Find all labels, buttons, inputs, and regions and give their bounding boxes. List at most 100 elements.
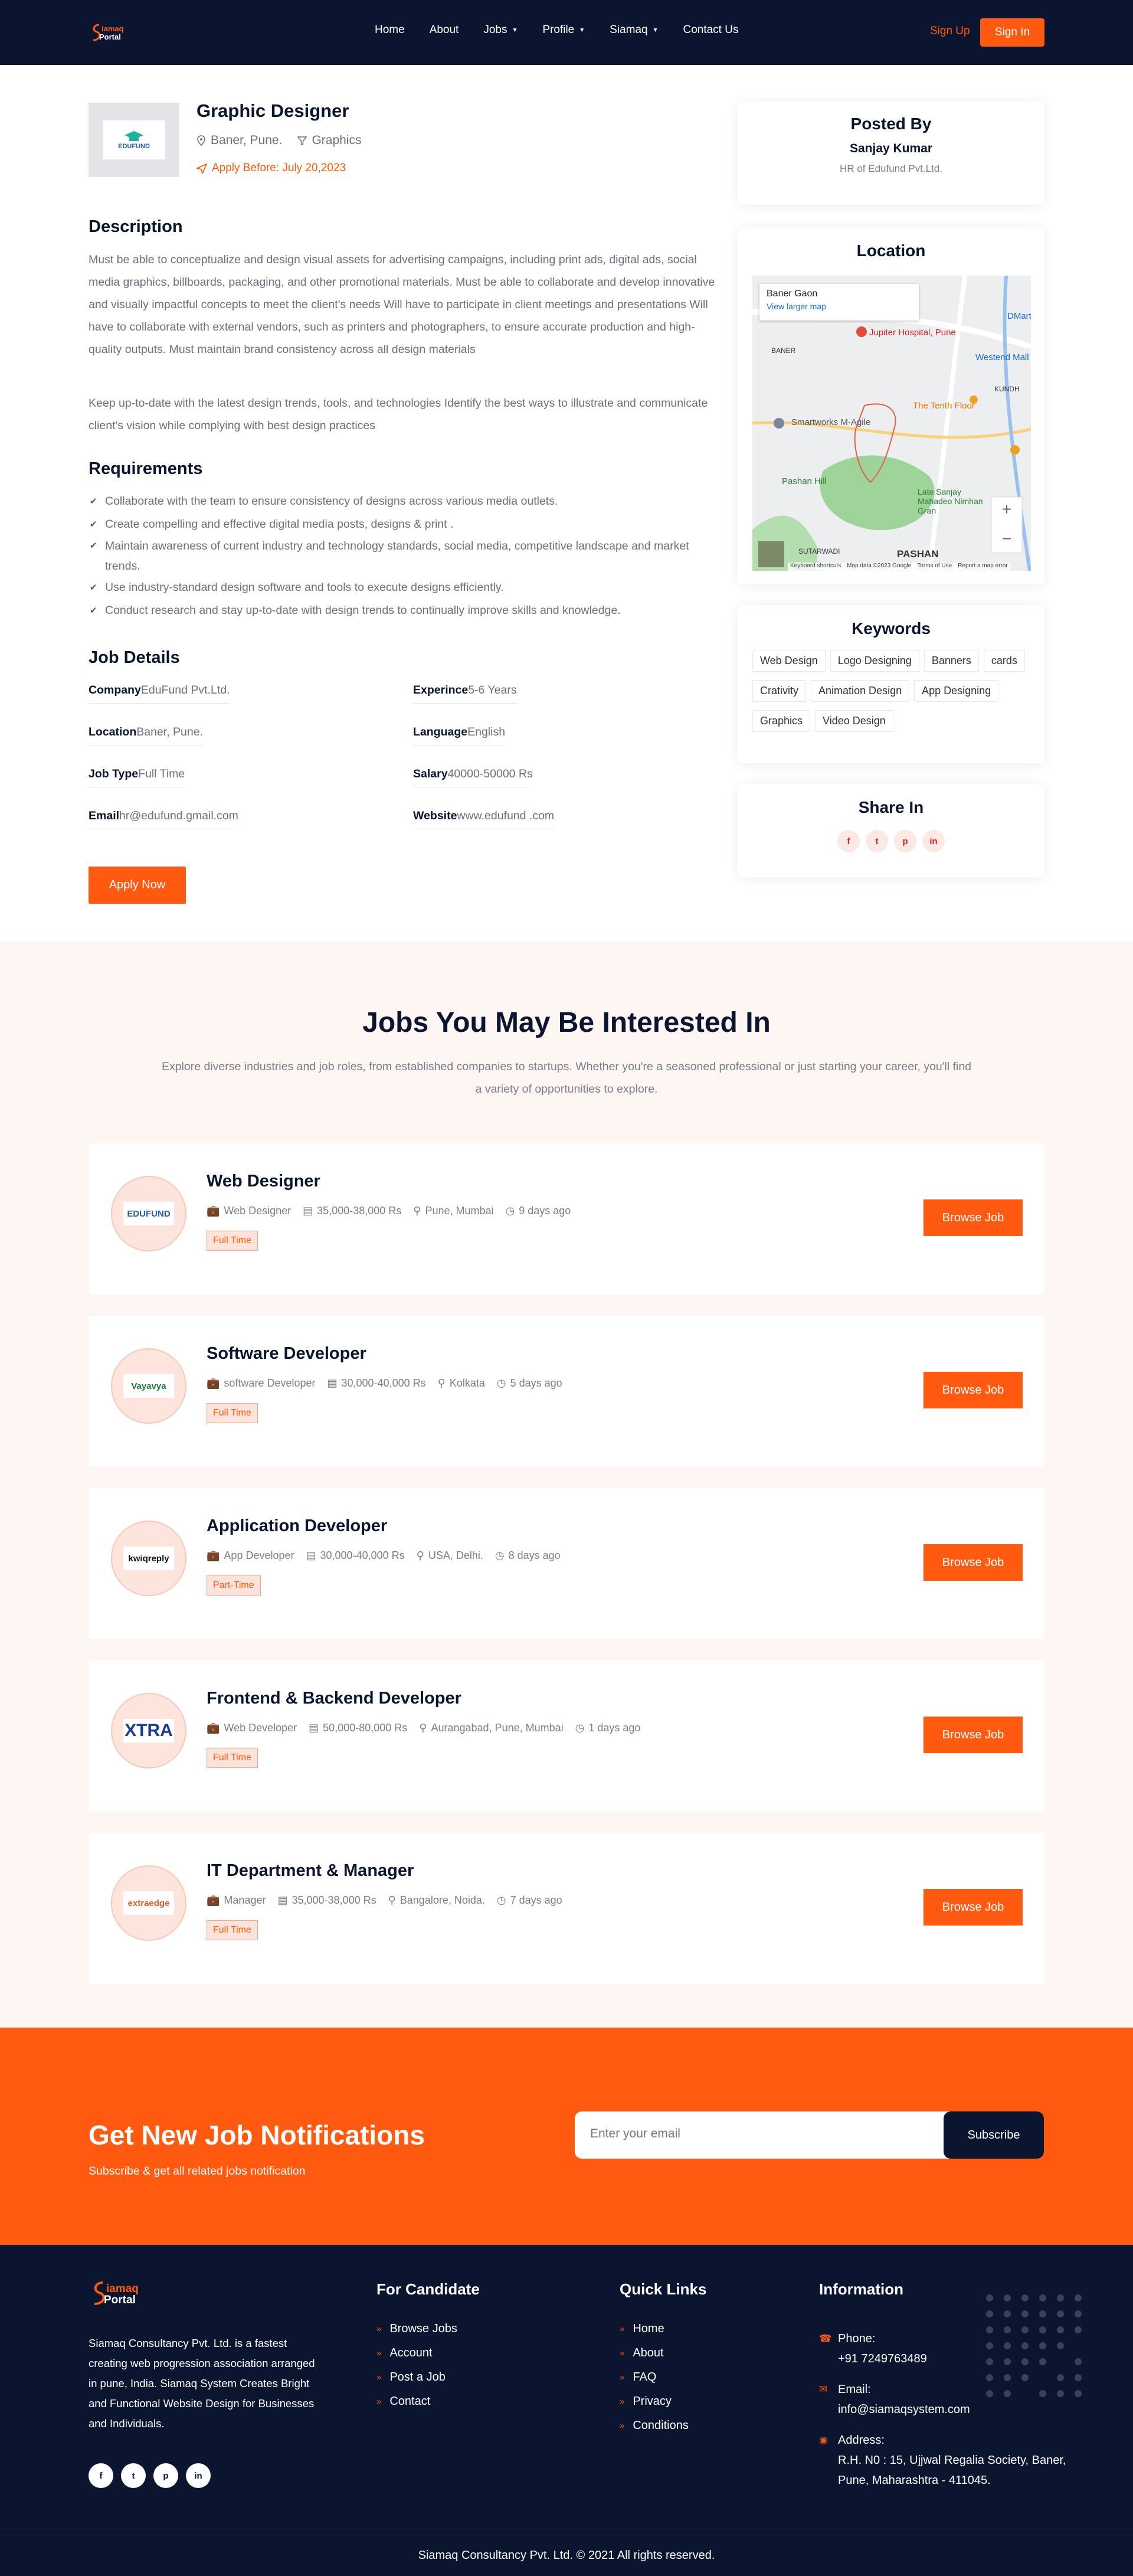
job-card: Vayavya Software Developer 💼 software Devel… (89, 1316, 1044, 1467)
siamaq-portal-logo[interactable]: iamaq Portal (89, 22, 153, 44)
footer-link-label: Account (389, 2346, 433, 2359)
keyword-tag[interactable]: Graphics (752, 710, 811, 732)
decorative-dot (1075, 2326, 1082, 2333)
linkedin-icon[interactable]: in (186, 2463, 211, 2488)
nav-item[interactable]: About (430, 24, 459, 37)
keyword-tag[interactable]: Crativity (752, 680, 807, 702)
footer-link[interactable]: » Home (620, 2317, 689, 2341)
footer-logo[interactable]: iamaq Portal (89, 2279, 176, 2310)
email-input[interactable] (590, 2127, 921, 2141)
interested-heading: Jobs You May Be Interested In (362, 1007, 771, 1038)
decorative-dot (1021, 2342, 1029, 2349)
chevron-down-icon: ▼ (512, 27, 518, 34)
browse-job-button[interactable]: Browse Job (924, 1372, 1023, 1408)
nav-item[interactable]: Siamaq ▼ (610, 24, 658, 37)
keyword-tag[interactable]: cards (983, 650, 1025, 672)
job-card-title[interactable]: IT Department & Manager (207, 1861, 414, 1881)
footer-link-label: Home (633, 2322, 664, 2335)
subscribe-button[interactable]: Subscribe (944, 2111, 1044, 2159)
nav-item[interactable]: Contact Us (683, 24, 738, 37)
nav-item-label: Contact Us (683, 24, 739, 36)
job-card-salary: ▤ 30,000-40,000 Rs (306, 1549, 405, 1562)
job-card-title[interactable]: Software Developer (207, 1344, 366, 1364)
job-detail-experince: Experince5-6 Years (413, 684, 517, 704)
newsletter-heading: Get New Job Notifications (89, 2120, 425, 2150)
svg-text:iamaq: iamaq (106, 2283, 139, 2295)
footer-link[interactable]: » Browse Jobs (376, 2317, 457, 2341)
clock-icon: ◷ (505, 1205, 515, 1217)
map-report-link[interactable]: Report a map error (958, 563, 1007, 571)
graduation-cap-icon (125, 131, 143, 141)
map-pin-icon: ⚲ (388, 1894, 396, 1906)
footer-link[interactable]: » About (620, 2341, 689, 2365)
location-text: Kolkata (449, 1377, 485, 1389)
decorative-dot (1039, 2390, 1046, 2397)
browse-job-button[interactable]: Browse Job (924, 1544, 1023, 1581)
footer-link[interactable]: » Account (376, 2341, 457, 2365)
facebook-icon[interactable]: f (837, 830, 860, 852)
decorative-dot (1057, 2390, 1064, 2397)
map-pin-icon: ⚲ (413, 1205, 421, 1217)
detail-label: Location (89, 725, 137, 738)
keyword-tag[interactable]: Logo Designing (830, 650, 919, 672)
clock-icon: ◷ (575, 1722, 585, 1734)
decorative-dot (1075, 2390, 1082, 2397)
job-type-badge: Full Time (207, 1748, 258, 1768)
footer-link[interactable]: » Privacy (620, 2389, 689, 2414)
decorative-dot (986, 2310, 993, 2317)
decorative-dot (1039, 2310, 1046, 2317)
chevron-right-icon: » (620, 2421, 625, 2431)
footer-link[interactable]: » Contact (376, 2389, 457, 2414)
decorative-dot (1039, 2294, 1046, 2302)
keyword-tag[interactable]: App Designing (914, 680, 999, 702)
footer-link[interactable]: » Conditions (620, 2414, 689, 2438)
keyword-tag[interactable]: Animation Design (811, 680, 910, 702)
for-candidate-links: » Browse Jobs » Account » Post a Job » Contact (376, 2317, 457, 2414)
footer-about: Siamaq Consultancy Pvt. Ltd. is a fastes… (89, 2337, 315, 2430)
sign-in-button[interactable]: Sign In (980, 18, 1044, 47)
view-larger-map-link[interactable]: View larger map (767, 302, 912, 311)
information-heading: Information (819, 2280, 903, 2298)
decorative-dot (1004, 2358, 1011, 2365)
keyword-tag[interactable]: Web Design (752, 650, 826, 672)
company-logo: Vayavya (111, 1348, 186, 1424)
browse-job-button[interactable]: Browse Job (924, 1889, 1023, 1926)
twitter-icon[interactable]: t (866, 830, 888, 852)
nav-item[interactable]: Home (375, 24, 405, 37)
browse-job-button[interactable]: Browse Job (924, 1199, 1023, 1236)
role-text: Web Developer (224, 1722, 297, 1734)
facebook-icon[interactable]: f (89, 2463, 113, 2488)
keyword-tag[interactable]: Banners (924, 650, 979, 672)
browse-job-button[interactable]: Browse Job (924, 1717, 1023, 1753)
role-text: App Developer (224, 1549, 294, 1561)
footer-link[interactable]: » FAQ (620, 2365, 689, 2389)
job-card-title[interactable]: Web Designer (207, 1172, 320, 1191)
job-card-title[interactable]: Frontend & Backend Developer (207, 1689, 461, 1708)
keyword-tag[interactable]: Video Design (815, 710, 893, 732)
address-label: Address: (838, 2434, 885, 2447)
company-logo-text: Vayavya (123, 1374, 174, 1398)
location-map[interactable]: + − Baner Gaon View larger map Jupiter H… (752, 276, 1031, 571)
money-icon: ▤ (327, 1377, 338, 1389)
linkedin-icon[interactable]: in (922, 830, 945, 852)
job-card-salary: ▤ 35,000-38,000 Rs (277, 1894, 376, 1907)
map-terms-link[interactable]: Terms of Use (917, 563, 952, 571)
twitter-icon[interactable]: t (121, 2463, 146, 2488)
decorative-dot (986, 2374, 993, 2381)
job-card-posted: ◷ 1 days ago (575, 1722, 641, 1734)
nav-item[interactable]: Jobs ▼ (483, 24, 518, 37)
pinterest-icon[interactable]: p (894, 830, 916, 852)
requirement-item: Use industry-standard design software an… (89, 576, 726, 599)
pinterest-icon[interactable]: p (153, 2463, 178, 2488)
share-heading: Share In (858, 798, 924, 816)
map-keyboard-shortcuts[interactable]: Keyboard shortcuts (790, 563, 841, 571)
apply-now-button[interactable]: Apply Now (89, 867, 186, 904)
description-paragraph-1: Must be able to conceptualize and design… (89, 253, 715, 356)
job-category: Graphics (297, 133, 361, 148)
job-detail-language: LanguageEnglish (413, 725, 506, 746)
footer-link[interactable]: » Post a Job (376, 2365, 457, 2389)
job-card-title[interactable]: Application Developer (207, 1516, 387, 1536)
sign-up-link[interactable]: Sign Up (930, 25, 970, 38)
company-logo-text: extraedge (123, 1891, 174, 1915)
nav-item[interactable]: Profile ▼ (542, 24, 585, 37)
